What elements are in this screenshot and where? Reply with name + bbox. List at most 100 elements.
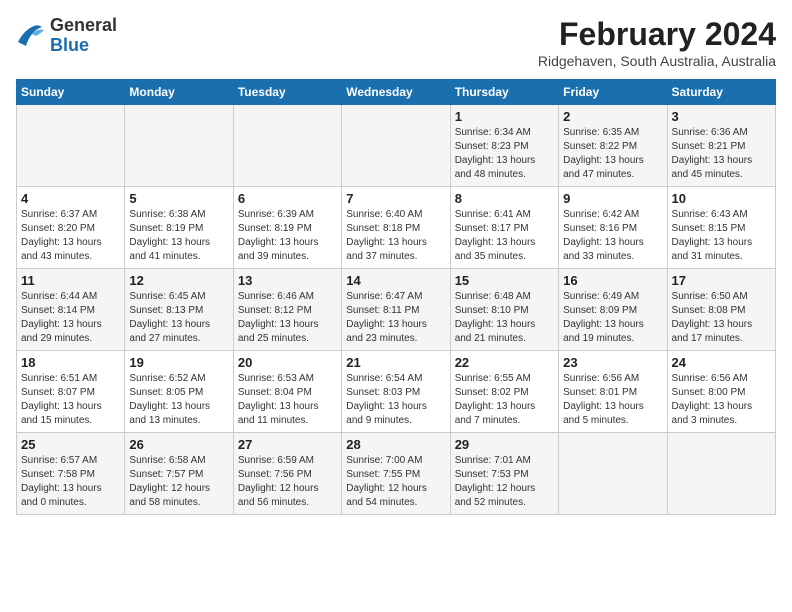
day-info: Sunrise: 7:00 AM Sunset: 7:55 PM Dayligh… [346, 454, 445, 510]
day-info: Sunrise: 6:51 AM Sunset: 8:07 PM Dayligh… [21, 372, 120, 428]
calendar-cell: 22 Sunrise: 6:55 AM Sunset: 8:02 PM Dayli… [450, 351, 558, 433]
day-number: 19 [129, 355, 228, 370]
day-info: Sunrise: 6:34 AM Sunset: 8:23 PM Dayligh… [455, 126, 554, 182]
calendar-cell: 4 Sunrise: 6:37 AM Sunset: 8:20 PM Daylig… [17, 187, 125, 269]
day-number: 10 [672, 191, 771, 206]
day-info: Sunrise: 6:35 AM Sunset: 8:22 PM Dayligh… [563, 126, 662, 182]
calendar-cell [342, 105, 450, 187]
day-info: Sunrise: 6:54 AM Sunset: 8:03 PM Dayligh… [346, 372, 445, 428]
calendar-week-3: 11Sunrise: 6:44 AM Sunset: 8:14 PM Dayli… [17, 269, 776, 351]
day-info: Sunrise: 6:53 AM Sunset: 8:04 PM Dayligh… [238, 372, 337, 428]
calendar-cell: 21 Sunrise: 6:54 AM Sunset: 8:03 PM Dayli… [342, 351, 450, 433]
day-number: 25 [21, 437, 120, 452]
calendar-cell: 26Sunrise: 6:58 AM Sunset: 7:57 PM Dayli… [125, 433, 233, 515]
calendar-cell: 9 Sunrise: 6:42 AM Sunset: 8:16 PM Daylig… [559, 187, 667, 269]
day-number: 28 [346, 437, 445, 452]
calendar-header-monday: Monday [125, 80, 233, 105]
day-info: Sunrise: 6:38 AM Sunset: 8:19 PM Dayligh… [129, 208, 228, 264]
calendar-cell: 28 Sunrise: 7:00 AM Sunset: 7:55 PM Dayli… [342, 433, 450, 515]
calendar-cell: 6 Sunrise: 6:39 AM Sunset: 8:19 PM Daylig… [233, 187, 341, 269]
day-info: Sunrise: 6:58 AM Sunset: 7:57 PM Dayligh… [129, 454, 228, 510]
logo-bird-icon [16, 22, 46, 50]
day-info: Sunrise: 6:45 AM Sunset: 8:13 PM Dayligh… [129, 290, 228, 346]
calendar-table: SundayMondayTuesdayWednesdayThursdayFrid… [16, 79, 776, 515]
day-number: 6 [238, 191, 337, 206]
day-number: 23 [563, 355, 662, 370]
day-info: Sunrise: 6:42 AM Sunset: 8:16 PM Dayligh… [563, 208, 662, 264]
day-number: 7 [346, 191, 445, 206]
page-title: February 2024 [538, 16, 776, 53]
calendar-cell: 2 Sunrise: 6:35 AM Sunset: 8:22 PM Daylig… [559, 105, 667, 187]
calendar-cell: 5 Sunrise: 6:38 AM Sunset: 8:19 PM Daylig… [125, 187, 233, 269]
calendar-cell: 12 Sunrise: 6:45 AM Sunset: 8:13 PM Dayli… [125, 269, 233, 351]
day-info: Sunrise: 7:01 AM Sunset: 7:53 PM Dayligh… [455, 454, 554, 510]
calendar-cell [667, 433, 775, 515]
calendar-week-5: 25 Sunrise: 6:57 AM Sunset: 7:58 PM Dayli… [17, 433, 776, 515]
calendar-week-4: 18 Sunrise: 6:51 AM Sunset: 8:07 PM Dayli… [17, 351, 776, 433]
calendar-cell: 29 Sunrise: 7:01 AM Sunset: 7:53 PM Dayli… [450, 433, 558, 515]
day-info: Sunrise: 6:57 AM Sunset: 7:58 PM Dayligh… [21, 454, 120, 510]
calendar-cell: 7 Sunrise: 6:40 AM Sunset: 8:18 PM Daylig… [342, 187, 450, 269]
calendar-cell: 23Sunrise: 6:56 AM Sunset: 8:01 PM Dayli… [559, 351, 667, 433]
calendar-cell: 18 Sunrise: 6:51 AM Sunset: 8:07 PM Dayli… [17, 351, 125, 433]
calendar-header-tuesday: Tuesday [233, 80, 341, 105]
day-number: 18 [21, 355, 120, 370]
calendar-cell: 3 Sunrise: 6:36 AM Sunset: 8:21 PM Daylig… [667, 105, 775, 187]
day-info: Sunrise: 6:39 AM Sunset: 8:19 PM Dayligh… [238, 208, 337, 264]
calendar-cell: 17Sunrise: 6:50 AM Sunset: 8:08 PM Dayli… [667, 269, 775, 351]
calendar-cell: 10Sunrise: 6:43 AM Sunset: 8:15 PM Dayli… [667, 187, 775, 269]
day-number: 9 [563, 191, 662, 206]
calendar-week-2: 4 Sunrise: 6:37 AM Sunset: 8:20 PM Daylig… [17, 187, 776, 269]
logo-text: General Blue [50, 16, 117, 56]
day-number: 21 [346, 355, 445, 370]
day-info: Sunrise: 6:55 AM Sunset: 8:02 PM Dayligh… [455, 372, 554, 428]
calendar-cell [17, 105, 125, 187]
day-info: Sunrise: 6:52 AM Sunset: 8:05 PM Dayligh… [129, 372, 228, 428]
calendar-cell: 27Sunrise: 6:59 AM Sunset: 7:56 PM Dayli… [233, 433, 341, 515]
calendar-cell [125, 105, 233, 187]
day-number: 27 [238, 437, 337, 452]
calendar-header-sunday: Sunday [17, 80, 125, 105]
day-number: 5 [129, 191, 228, 206]
day-info: Sunrise: 6:36 AM Sunset: 8:21 PM Dayligh… [672, 126, 771, 182]
calendar-header-saturday: Saturday [667, 80, 775, 105]
calendar-cell: 20 Sunrise: 6:53 AM Sunset: 8:04 PM Dayli… [233, 351, 341, 433]
day-number: 17 [672, 273, 771, 288]
page-header: General Blue February 2024 Ridgehaven, S… [16, 16, 776, 69]
calendar-cell: 11Sunrise: 6:44 AM Sunset: 8:14 PM Dayli… [17, 269, 125, 351]
day-number: 24 [672, 355, 771, 370]
calendar-cell: 15 Sunrise: 6:48 AM Sunset: 8:10 PM Dayli… [450, 269, 558, 351]
day-info: Sunrise: 6:37 AM Sunset: 8:20 PM Dayligh… [21, 208, 120, 264]
day-info: Sunrise: 6:47 AM Sunset: 8:11 PM Dayligh… [346, 290, 445, 346]
calendar-week-1: 1 Sunrise: 6:34 AM Sunset: 8:23 PM Daylig… [17, 105, 776, 187]
day-number: 3 [672, 109, 771, 124]
day-info: Sunrise: 6:41 AM Sunset: 8:17 PM Dayligh… [455, 208, 554, 264]
day-number: 20 [238, 355, 337, 370]
calendar-cell: 1 Sunrise: 6:34 AM Sunset: 8:23 PM Daylig… [450, 105, 558, 187]
page-location: Ridgehaven, South Australia, Australia [538, 53, 776, 69]
day-number: 15 [455, 273, 554, 288]
calendar-cell [233, 105, 341, 187]
day-info: Sunrise: 6:46 AM Sunset: 8:12 PM Dayligh… [238, 290, 337, 346]
day-number: 8 [455, 191, 554, 206]
day-number: 2 [563, 109, 662, 124]
day-number: 16 [563, 273, 662, 288]
calendar-cell: 16 Sunrise: 6:49 AM Sunset: 8:09 PM Dayli… [559, 269, 667, 351]
day-number: 1 [455, 109, 554, 124]
day-number: 14 [346, 273, 445, 288]
calendar-cell: 14 Sunrise: 6:47 AM Sunset: 8:11 PM Dayli… [342, 269, 450, 351]
day-number: 29 [455, 437, 554, 452]
day-number: 12 [129, 273, 228, 288]
day-info: Sunrise: 6:40 AM Sunset: 8:18 PM Dayligh… [346, 208, 445, 264]
day-info: Sunrise: 6:49 AM Sunset: 8:09 PM Dayligh… [563, 290, 662, 346]
calendar-cell [559, 433, 667, 515]
day-info: Sunrise: 6:48 AM Sunset: 8:10 PM Dayligh… [455, 290, 554, 346]
calendar-cell: 19 Sunrise: 6:52 AM Sunset: 8:05 PM Dayli… [125, 351, 233, 433]
day-number: 4 [21, 191, 120, 206]
calendar-header-thursday: Thursday [450, 80, 558, 105]
calendar-cell: 13Sunrise: 6:46 AM Sunset: 8:12 PM Dayli… [233, 269, 341, 351]
day-number: 22 [455, 355, 554, 370]
calendar-cell: 8 Sunrise: 6:41 AM Sunset: 8:17 PM Daylig… [450, 187, 558, 269]
logo: General Blue [16, 16, 117, 56]
day-info: Sunrise: 6:56 AM Sunset: 8:00 PM Dayligh… [672, 372, 771, 428]
